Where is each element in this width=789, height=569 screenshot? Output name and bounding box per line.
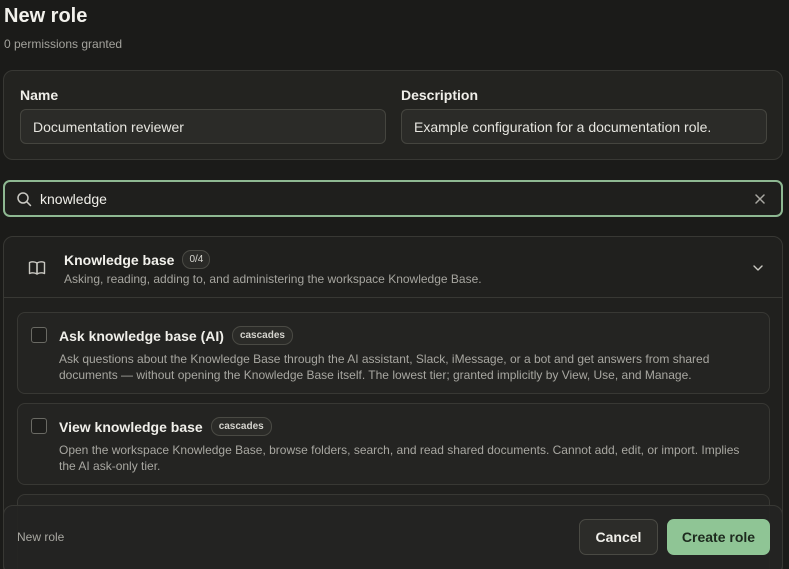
- permission-title: View knowledge base: [59, 418, 203, 435]
- permissions-count: 0 permissions granted: [4, 37, 123, 51]
- name-input[interactable]: [20, 109, 386, 144]
- create-role-button[interactable]: Create role: [667, 519, 770, 555]
- name-field: Name: [20, 87, 386, 144]
- close-icon[interactable]: [753, 192, 767, 206]
- cancel-button[interactable]: Cancel: [579, 519, 658, 555]
- description-label: Description: [401, 87, 479, 103]
- permission-item[interactable]: View knowledge base cascades Open the wo…: [17, 403, 770, 485]
- permission-description: Ask questions about the Knowledge Base t…: [59, 352, 710, 382]
- permission-title: Ask knowledge base (AI): [59, 327, 224, 344]
- group-header[interactable]: Knowledge base 0/4 Asking, reading, addi…: [4, 237, 782, 298]
- permission-search[interactable]: [3, 180, 783, 217]
- search-input[interactable]: [40, 183, 753, 214]
- group-title: Knowledge base: [64, 251, 175, 268]
- footer-bar: New role Cancel Create role: [3, 505, 783, 569]
- search-icon: [17, 191, 32, 206]
- permission-description: Open the workspace Knowledge Base, brows…: [59, 443, 740, 473]
- cascades-badge: cascades: [210, 417, 272, 436]
- chevron-down-icon[interactable]: [752, 262, 764, 274]
- page-title: New role: [4, 5, 88, 27]
- book-icon: [28, 261, 46, 275]
- permission-checkbox[interactable]: [31, 327, 47, 343]
- group-description: Asking, reading, adding to, and administ…: [64, 272, 482, 286]
- cascades-badge: cascades: [231, 326, 293, 345]
- permission-item[interactable]: Ask knowledge base (AI) cascades Ask que…: [17, 312, 770, 394]
- description-field: Description: [401, 87, 767, 144]
- role-details-card: Name Description: [3, 70, 783, 160]
- group-count-badge: 0/4: [182, 250, 211, 269]
- footer-label: New role: [17, 530, 65, 544]
- description-input[interactable]: [401, 109, 767, 144]
- permission-checkbox[interactable]: [31, 418, 47, 434]
- name-label: Name: [20, 87, 59, 103]
- page-header: New role 0 permissions granted: [4, 5, 122, 51]
